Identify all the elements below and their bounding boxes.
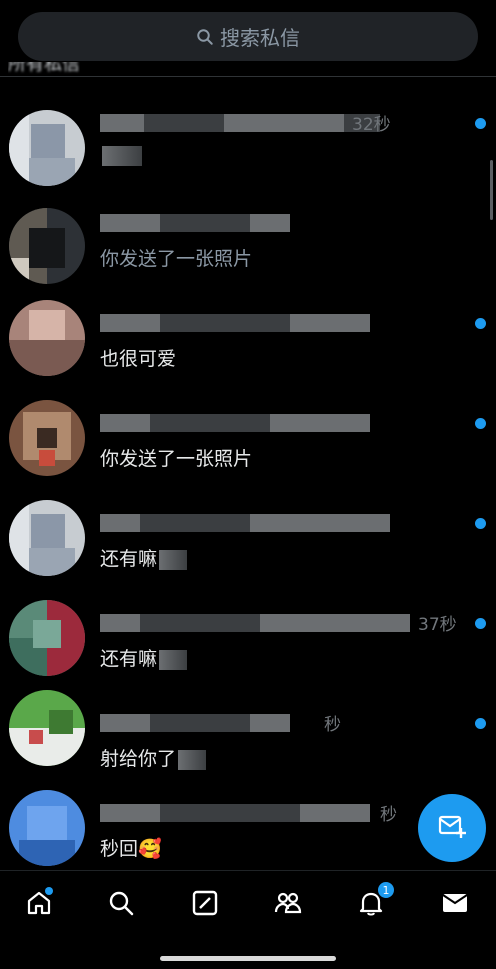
message-preview: 你发送了一张照片 [100,448,253,470]
avatar[interactable] [9,600,85,676]
home-indicator-dot [45,887,53,895]
tab-home[interactable] [19,885,59,925]
tab-grok[interactable] [185,885,225,925]
tab-search[interactable] [101,885,141,925]
message-preview: 还有嘛 [100,544,188,571]
message-preview [100,144,142,166]
section-title: 所有私信 [8,62,80,75]
conversation-name [100,512,400,534]
avatar[interactable] [9,500,85,576]
conversation-name [100,412,400,434]
avatar[interactable] [9,400,85,476]
message-preview: 秒回🥰 [100,838,162,860]
timestamp: 37秒 [418,615,457,635]
conversation-row[interactable]: 也很可爱 [0,300,496,396]
unread-dot [475,718,486,729]
communities-icon [273,889,303,921]
conversation-row[interactable]: 37秒 还有嘛 [0,600,496,696]
timestamp: 32秒 [352,115,391,135]
conversation-row[interactable]: 秒 射给你了 [0,690,496,796]
conversation-row[interactable]: 32秒 [0,100,496,196]
conversation-row[interactable]: 你发送了一张照片 [0,400,496,496]
avatar[interactable] [9,110,85,186]
avatar[interactable] [9,690,85,766]
bottom-tab-bar: 1 [0,870,496,969]
timestamp: 秒 [324,715,341,735]
unread-dot [475,318,486,329]
message-preview: 你发送了一张照片 [100,248,253,270]
tab-notifications[interactable]: 1 [351,881,395,925]
conversation-row[interactable]: 你发送了一张照片 [0,200,496,296]
tab-communities[interactable] [268,885,308,925]
message-preview: 射给你了 [100,744,207,771]
tab-messages[interactable] [435,885,475,925]
avatar[interactable] [9,790,85,866]
conversation-row[interactable]: 还有嘛 [0,500,496,596]
avatar[interactable] [9,208,85,284]
avatar[interactable] [9,300,85,376]
compose-mail-icon [437,811,467,845]
notification-badge: 1 [377,881,395,899]
conversation-name [100,802,400,824]
unread-dot [475,518,486,529]
conversation-name [100,712,400,734]
divider [0,76,496,77]
unread-dot [475,418,486,429]
search-icon [107,889,135,921]
search-placeholder: 搜索私信 [220,26,300,50]
new-message-button[interactable] [418,794,486,862]
search-icon [196,28,214,46]
message-preview: 还有嘛 [100,644,188,671]
unread-dot [475,618,486,629]
conversation-name [100,612,410,634]
unread-dot [475,118,486,129]
grok-icon [191,889,219,921]
timestamp: 秒 [380,805,397,825]
search-bar[interactable]: 搜索私信 [18,12,478,61]
home-indicator [160,956,336,961]
scrollbar[interactable] [490,160,493,220]
conversation-name [100,312,400,334]
message-preview: 也很可爱 [100,348,177,370]
mail-icon [441,891,469,919]
conversation-name [100,212,400,234]
